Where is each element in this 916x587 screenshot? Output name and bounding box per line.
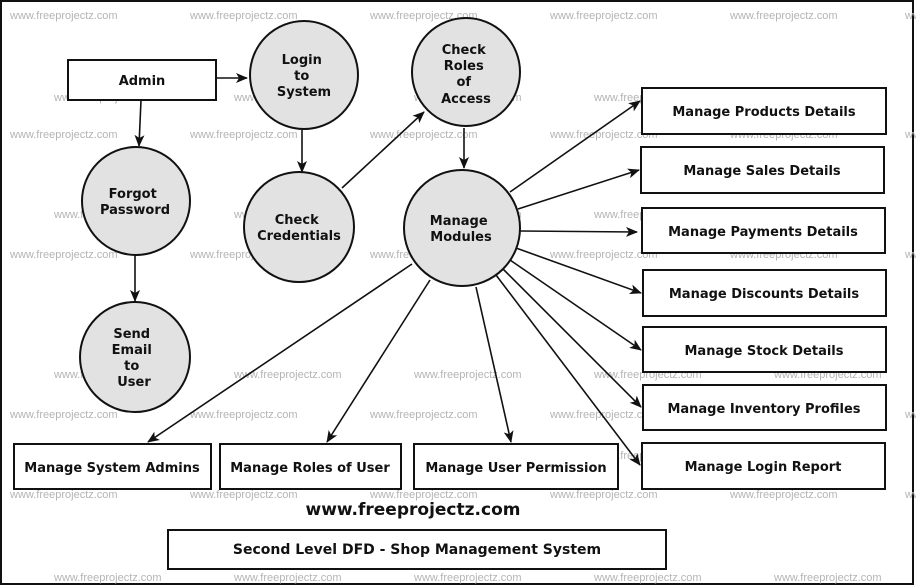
entity-label: Manage Stock Details bbox=[684, 344, 843, 359]
entity-manage-products[interactable]: Manage Products Details bbox=[641, 87, 887, 135]
watermark-text: www.freeprojectz.com bbox=[9, 129, 118, 141]
entity-label: Manage Products Details bbox=[672, 105, 856, 120]
watermark-text: www.freeprojectz.com bbox=[904, 409, 916, 421]
entity-manage-system-admins[interactable]: Manage System Admins bbox=[13, 443, 212, 490]
watermark-text: www.freeprojectz.com bbox=[773, 572, 882, 584]
dfd-diagram: www.freeprojectz.com www.freeprojectz.com… bbox=[0, 0, 916, 585]
watermark-text: www.freeprojectz.com bbox=[189, 129, 298, 141]
diagram-title-box: Second Level DFD - Shop Management Syste… bbox=[167, 529, 667, 570]
entity-label: Manage User Permission bbox=[425, 461, 606, 476]
watermark-text: www.freeprojectz.com bbox=[53, 572, 162, 584]
entity-manage-stock[interactable]: Manage Stock Details bbox=[642, 326, 887, 373]
watermark-text: www.freeprojectz.com bbox=[9, 409, 118, 421]
watermark-text: www.freeprojectz.com bbox=[233, 369, 342, 381]
watermark-text: www.freeprojectz.com bbox=[189, 10, 298, 22]
process-check-credentials[interactable]: Check Credentials bbox=[243, 171, 355, 283]
entity-manage-login-report[interactable]: Manage Login Report bbox=[641, 442, 886, 490]
entity-label: Manage Inventory Profiles bbox=[667, 402, 860, 417]
watermark-text: www.freeprojectz.com bbox=[9, 249, 118, 261]
watermark-text: www.freeprojectz.com bbox=[593, 572, 702, 584]
watermark-text: www.freeprojectz.com bbox=[189, 489, 298, 501]
entity-manage-sales[interactable]: Manage Sales Details bbox=[640, 146, 885, 194]
process-send-email-to-user[interactable]: Send Email to User bbox=[79, 301, 191, 413]
entity-manage-user-permission[interactable]: Manage User Permission bbox=[413, 443, 619, 490]
process-check-roles-of-access[interactable]: Check Roles of Access bbox=[411, 17, 521, 127]
watermark-text: www.freeprojectz.com bbox=[549, 10, 658, 22]
flow-modules-payments bbox=[519, 226, 638, 237]
entity-label: Manage Login Report bbox=[685, 460, 842, 475]
watermark-text: www.freeprojectz.com bbox=[729, 489, 838, 501]
process-login-to-system[interactable]: Login to System bbox=[249, 20, 359, 130]
watermark-text: www.freeprojectz.com bbox=[729, 10, 838, 22]
watermark-text: www.freeprojectz.com bbox=[189, 409, 298, 421]
entity-label: Manage Payments Details bbox=[668, 225, 858, 240]
process-label: Manage Modules bbox=[430, 214, 492, 245]
watermark-text: www.freeprojectz.com bbox=[369, 409, 478, 421]
process-manage-modules[interactable]: Manage Modules bbox=[403, 169, 521, 287]
entity-manage-inventory[interactable]: Manage Inventory Profiles bbox=[642, 384, 887, 431]
entity-label: Manage Discounts Details bbox=[669, 287, 860, 302]
entity-label: Manage Roles of User bbox=[230, 461, 390, 476]
entity-manage-roles-of-user[interactable]: Manage Roles of User bbox=[219, 443, 402, 490]
watermark-text: www.freeprojectz.com bbox=[904, 489, 916, 501]
watermark-text: www.freeprojectz.com bbox=[233, 572, 342, 584]
watermark-text: www.freeprojectz.com bbox=[549, 489, 658, 501]
process-label: Forgot Password bbox=[100, 187, 170, 218]
diagram-title: Second Level DFD - Shop Management Syste… bbox=[233, 542, 601, 558]
watermark-text: www.freeprojectz.com bbox=[904, 10, 916, 22]
watermark-text: www.freeprojectz.com bbox=[549, 409, 658, 421]
website-label: www.freeprojectz.com bbox=[306, 500, 521, 520]
entity-label: Manage Sales Details bbox=[683, 164, 841, 179]
watermark-text: www.freeprojectz.com bbox=[413, 572, 522, 584]
watermark-text: www.freeprojectz.com bbox=[369, 129, 478, 141]
watermark-text: www.freeprojectz.com bbox=[9, 10, 118, 22]
watermark-text: www.freeprojectz.com bbox=[413, 369, 522, 381]
watermark-text: www.freeprojectz.com bbox=[9, 489, 118, 501]
entity-manage-discounts[interactable]: Manage Discounts Details bbox=[642, 269, 887, 317]
entity-manage-payments[interactable]: Manage Payments Details bbox=[641, 207, 886, 254]
watermark-text: www.freeprojectz.com bbox=[904, 249, 916, 261]
watermark-text: www.freeprojectz.com bbox=[904, 129, 916, 141]
process-forgot-password[interactable]: Forgot Password bbox=[81, 146, 191, 256]
entity-label: Admin bbox=[119, 74, 166, 89]
entity-label: Manage System Admins bbox=[24, 461, 200, 476]
entity-admin[interactable]: Admin bbox=[67, 59, 217, 101]
